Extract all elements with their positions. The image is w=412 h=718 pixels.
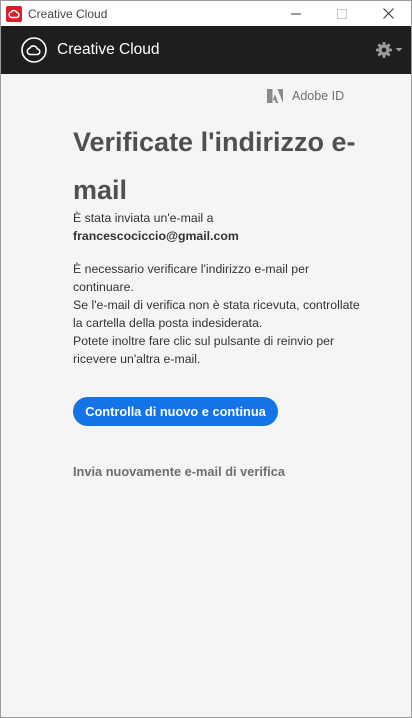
maximize-button[interactable]: [319, 1, 365, 26]
minimize-button[interactable]: [273, 1, 319, 26]
page-title: Verificate l'indirizzo e-mail: [73, 127, 356, 205]
creative-cloud-logo-icon: [21, 37, 47, 63]
adobe-id-label: Adobe ID: [292, 89, 345, 103]
email-address: francescociccio@gmail.com: [73, 229, 239, 243]
app-window: Creative Cloud Creative Cloud Adobe ID V…: [0, 0, 412, 718]
email-sent-notice: È stata inviata un'e-mail a francescocic…: [73, 209, 353, 245]
resend-email-link[interactable]: Invia nuovamente e-mail di verifica: [73, 464, 285, 479]
adobe-id-badge: Adobe ID: [267, 89, 344, 103]
minimize-icon: [291, 13, 301, 14]
window-controls: [273, 1, 411, 26]
instructions: È necessario verificare l'indirizzo e-ma…: [73, 260, 363, 368]
chevron-down-icon: [395, 48, 403, 52]
settings-menu-button[interactable]: [375, 40, 403, 60]
adobe-logo-icon: [267, 89, 283, 103]
brand-title: Creative Cloud: [57, 41, 160, 58]
check-again-continue-button[interactable]: Controlla di nuovo e continua: [73, 397, 278, 426]
close-button[interactable]: [365, 1, 411, 26]
instruction-resend: Potete inoltre fare clic sul pulsante di…: [73, 334, 335, 366]
instruction-spam: Se l'e-mail di verifica non è stata rice…: [73, 298, 360, 330]
maximize-icon: [337, 8, 347, 19]
instruction-verify: È necessario verificare l'indirizzo e-ma…: [73, 262, 310, 294]
window-title: Creative Cloud: [28, 6, 108, 21]
email-sent-text: È stata inviata un'e-mail a: [73, 211, 214, 225]
title-bar: Creative Cloud: [1, 1, 411, 26]
creative-cloud-app-icon: [6, 5, 22, 22]
main-content: Adobe ID Verificate l'indirizzo e-mail È…: [1, 74, 411, 717]
close-icon: [382, 8, 394, 19]
gear-icon: [376, 42, 392, 58]
app-header: Creative Cloud: [1, 26, 411, 74]
